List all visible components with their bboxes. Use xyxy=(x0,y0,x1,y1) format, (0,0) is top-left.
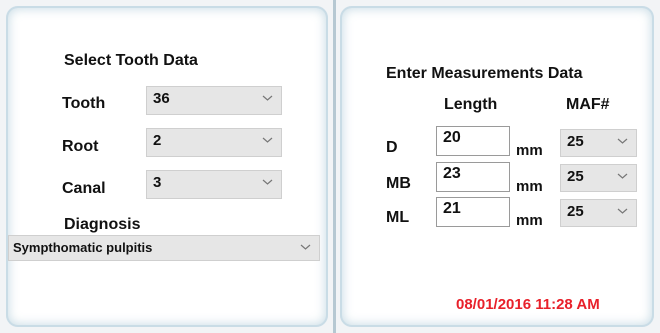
chevron-down-icon xyxy=(617,138,628,144)
length-input[interactable]: 23 xyxy=(436,162,510,192)
maf-select-value: 25 xyxy=(567,168,584,185)
length-input[interactable]: 20 xyxy=(436,126,510,156)
tooth-label: Tooth xyxy=(62,95,106,112)
unit-label: mm xyxy=(516,178,543,195)
chevron-down-icon xyxy=(262,95,273,101)
length-header: Length xyxy=(444,96,498,113)
measurements-panel-title: Enter Measurements Data xyxy=(386,65,583,82)
timestamp: 08/01/2016 11:28 AM xyxy=(456,296,600,313)
diagnosis-select[interactable]: Sympthomatic pulpitis xyxy=(8,235,320,261)
root-label: Root xyxy=(62,138,99,155)
root-select[interactable]: 2 xyxy=(146,128,282,157)
maf-select[interactable]: 25 xyxy=(560,164,637,192)
canal-row-label: MB xyxy=(386,175,411,192)
chevron-down-icon xyxy=(617,208,628,214)
chevron-down-icon xyxy=(262,179,273,185)
canal-select-value: 3 xyxy=(153,174,162,191)
maf-header: MAF# xyxy=(566,96,610,113)
chevron-down-icon xyxy=(617,173,628,179)
maf-select[interactable]: 25 xyxy=(560,129,637,157)
canal-row-label: ML xyxy=(386,209,410,226)
maf-select-value: 25 xyxy=(567,133,584,150)
maf-select[interactable]: 25 xyxy=(560,199,637,227)
diagnosis-label: Diagnosis xyxy=(64,216,141,233)
canal-row-label: D xyxy=(386,139,398,156)
tooth-select-value: 36 xyxy=(153,90,170,107)
length-input-value: 20 xyxy=(443,129,461,146)
chevron-down-icon xyxy=(262,137,273,143)
panel-divider xyxy=(333,0,336,333)
unit-label: mm xyxy=(516,212,543,229)
measurements-panel: Enter Measurements Data Length MAF# D 20… xyxy=(340,6,654,327)
length-input[interactable]: 21 xyxy=(436,197,510,227)
tooth-select[interactable]: 36 xyxy=(146,86,282,115)
canal-select[interactable]: 3 xyxy=(146,170,282,199)
unit-label: mm xyxy=(516,142,543,159)
canal-label: Canal xyxy=(62,180,106,197)
root-select-value: 2 xyxy=(153,132,162,149)
chevron-down-icon xyxy=(300,244,311,250)
maf-select-value: 25 xyxy=(567,203,584,220)
length-input-value: 23 xyxy=(443,165,461,182)
diagnosis-select-value: Sympthomatic pulpitis xyxy=(13,240,153,255)
tooth-panel-title: Select Tooth Data xyxy=(64,52,198,69)
length-input-value: 21 xyxy=(443,200,461,217)
tooth-data-panel: Select Tooth Data Tooth 36 Root 2 Canal … xyxy=(6,6,328,327)
